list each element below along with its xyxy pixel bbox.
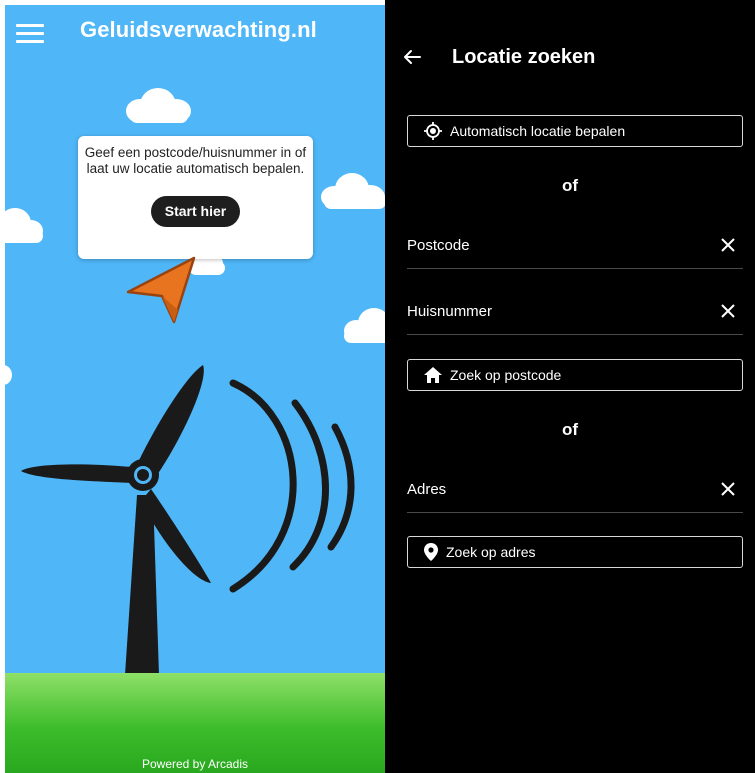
panel-title: Locatie zoeken — [452, 46, 596, 68]
or-divider: of — [561, 176, 579, 195]
cloud-icon — [344, 308, 385, 343]
clear-icon[interactable] — [721, 482, 735, 496]
wind-turbine-illustration — [21, 365, 355, 675]
huisnummer-field[interactable]: Huisnummer — [407, 295, 743, 335]
pointer-arrow-icon — [126, 256, 196, 324]
intro-text: Geef een postcode/huisnummer in of laat … — [84, 145, 307, 176]
back-arrow-icon[interactable] — [402, 47, 422, 67]
search-postcode-button[interactable]: Zoek op postcode — [407, 359, 743, 391]
address-label: Adres — [407, 481, 447, 498]
map-pin-icon — [424, 543, 438, 561]
app-title: Geluidsverwachting.nl — [80, 17, 317, 42]
auto-locate-label: Automatisch locatie bepalen — [450, 123, 626, 139]
cloud-icon — [321, 173, 385, 209]
cloud-icon — [5, 208, 43, 243]
cloud-icon — [126, 88, 191, 123]
powered-by-footer: Powered by Arcadis — [141, 757, 249, 771]
clear-icon[interactable] — [721, 304, 735, 318]
search-address-label: Zoek op adres — [446, 544, 536, 560]
hamburger-menu-icon[interactable] — [16, 22, 44, 44]
postcode-field[interactable]: Postcode — [407, 229, 743, 269]
or-divider: of — [561, 420, 579, 439]
address-field[interactable]: Adres — [407, 473, 743, 513]
postcode-label: Postcode — [407, 237, 470, 254]
clear-icon[interactable] — [721, 238, 735, 252]
start-button[interactable]: Start hier — [150, 196, 241, 227]
search-address-button[interactable]: Zoek op adres — [407, 536, 743, 568]
auto-locate-button[interactable]: Automatisch locatie bepalen — [407, 115, 743, 147]
home-screen: Geluidsverwachting.nl Geef een postcode/… — [5, 5, 385, 773]
intro-tooltip: Geef een postcode/huisnummer in of laat … — [78, 136, 313, 259]
gps-crosshair-icon — [424, 122, 442, 140]
huisnummer-label: Huisnummer — [407, 303, 493, 320]
home-icon — [424, 367, 442, 383]
location-search-panel: Locatie zoeken Automatisch locatie bepal… — [385, 0, 755, 773]
search-postcode-label: Zoek op postcode — [450, 367, 562, 383]
